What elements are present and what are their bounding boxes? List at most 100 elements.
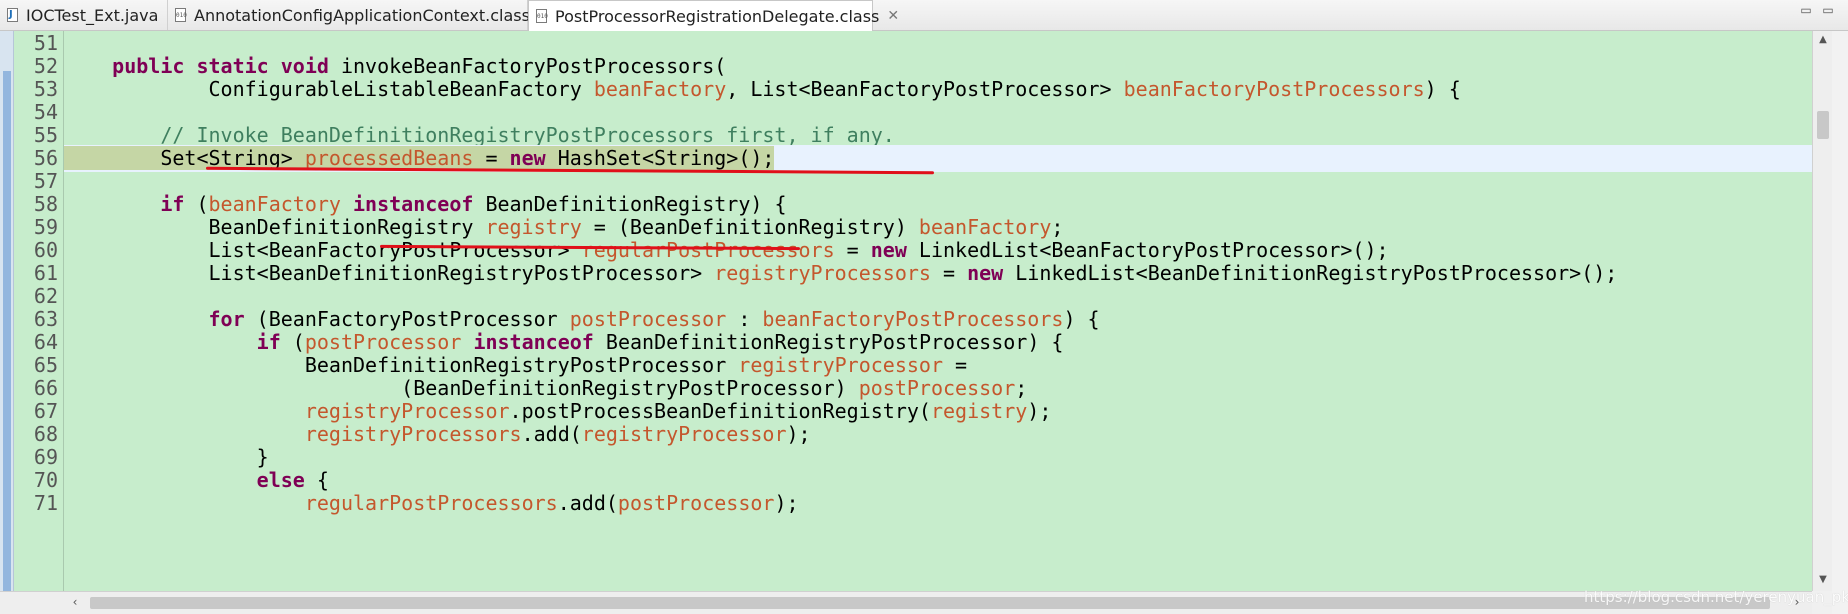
overview-ruler [1832, 31, 1848, 614]
left-ruler [0, 31, 14, 591]
code-token: ; [1051, 215, 1064, 239]
ruler-marker [3, 71, 11, 591]
code-token: postProcessor [304, 330, 462, 354]
code-token: .postProcessBeanDefinitionRegistry( [509, 399, 931, 423]
code-area[interactable]: public static void invokeBeanFactoryPost… [64, 31, 1812, 591]
code-token: ); [774, 491, 799, 515]
code-token: : [726, 307, 763, 331]
code-token: instanceof [353, 192, 474, 216]
code-token: .add( [557, 491, 618, 515]
class-file-icon [172, 6, 190, 24]
scroll-down-icon[interactable]: ▼ [1816, 573, 1830, 587]
scroll-left-icon[interactable]: ‹ [68, 595, 82, 609]
tab-label: IOCTest_Ext.java [26, 5, 159, 25]
code-token: = [834, 238, 871, 262]
code-token: = [930, 261, 968, 285]
java-file-icon [4, 6, 22, 24]
code-token: registryProcessor [581, 422, 787, 446]
code-line[interactable]: regularPostProcessors.add(postProcessor)… [64, 490, 1812, 517]
code-token: ; [1015, 376, 1028, 400]
code-token: HashSet<String>(); [545, 146, 775, 170]
code-token: registryProcessor [738, 353, 943, 377]
horizontal-scrollbar[interactable]: ‹ › [64, 591, 1812, 614]
code-token: registryProcessor [304, 399, 510, 423]
code-token: ( [280, 330, 305, 354]
code-token: LinkedList<BeanDefinitionRegistryPostPro… [1003, 261, 1618, 285]
close-tab-icon[interactable]: ✕ [887, 8, 899, 24]
code-token: (BeanFactoryPostProcessor [244, 307, 570, 331]
watermark: https://blog.csdn.net/yerenyuan_pku [1584, 588, 1848, 606]
code-token: beanFactory [208, 192, 341, 216]
vertical-scrollbar[interactable]: ▲ ▼ [1812, 31, 1832, 591]
code-token: .add( [521, 422, 582, 446]
scrollbar-corner [0, 591, 64, 614]
code-token: // Invoke BeanDefinitionRegistryPostProc… [160, 123, 895, 147]
code-token: { [304, 468, 329, 492]
tab-label: PostProcessorRegistrationDelegate.class [555, 6, 880, 26]
code-token: List<BeanFactoryPostProcessor> [64, 238, 582, 262]
code-token: beanFactory [918, 215, 1052, 239]
code-token: = [943, 353, 968, 377]
maximize-icon[interactable]: ▭ [1820, 4, 1836, 16]
editor-tab-bar: IOCTest_Ext.java AnnotationConfigApplica… [0, 0, 1848, 31]
code-token: else [256, 468, 305, 492]
code-token: ); [786, 422, 811, 446]
code-token: } [64, 445, 269, 469]
horizontal-scroll-thumb[interactable] [90, 597, 1770, 609]
code-token: beanFactoryPostProcessors [762, 307, 1064, 331]
code-token: new [509, 146, 546, 170]
code-token: ); [1027, 399, 1052, 423]
code-token: = [473, 146, 510, 170]
code-token: postProcessor [617, 491, 775, 515]
code-token: LinkedList<BeanFactoryPostProcessor>(); [906, 238, 1389, 262]
code-token: registry [485, 215, 582, 239]
tab-ioctest-ext[interactable]: IOCTest_Ext.java [0, 0, 168, 30]
code-token: public [112, 54, 185, 78]
code-editor[interactable]: 51 52 53 54 55 56 57 58 59 60 61 62 63 64 65 66 67 68 69 70… [0, 31, 1848, 591]
line-number: 71 [33, 491, 58, 515]
tab-post-processor-registration-delegate[interactable]: PostProcessorRegistrationDelegate.class … [528, 0, 899, 31]
code-token: (BeanDefinitionRegistryPostProcessor) [64, 376, 859, 400]
code-token: void [280, 54, 329, 78]
class-file-icon [533, 7, 551, 25]
tab-annotation-config-application-context[interactable]: AnnotationConfigApplicationContext.class [168, 0, 530, 30]
scroll-up-icon[interactable]: ▲ [1816, 33, 1830, 47]
code-token: BeanDefinitionRegistryPostProcessor [64, 353, 739, 377]
code-token: ) { [1063, 307, 1100, 331]
code-token: BeanDefinitionRegistryPostProcessor) { [593, 330, 1064, 354]
code-token: beanFactoryPostProcessors [1123, 77, 1425, 101]
code-token: BeanDefinitionRegistry [64, 215, 486, 239]
tab-label: AnnotationConfigApplicationContext.class [194, 5, 530, 25]
code-token: registry [930, 399, 1028, 423]
code-token: registryProcessors [714, 261, 931, 285]
code-token: ( [184, 192, 209, 216]
code-token: beanFactory [593, 77, 727, 101]
vertical-scroll-thumb[interactable] [1817, 111, 1829, 139]
code-token: new [967, 261, 1004, 285]
minimize-icon[interactable]: ▭ [1798, 4, 1814, 16]
code-token: new [870, 238, 907, 262]
code-token: , List<BeanFactoryPostProcessor> [726, 77, 1124, 101]
code-token: for [208, 307, 245, 331]
code-token: ConfigurableListableBeanFactory [64, 77, 594, 101]
code-token: processedBeans [304, 146, 474, 170]
code-token: if [256, 330, 281, 354]
code-token: if [160, 192, 185, 216]
code-token: ) { [1424, 77, 1461, 101]
line-number-gutter: 51 52 53 54 55 56 57 58 59 60 61 62 63 64 65 66 67 68 69 70… [14, 31, 64, 591]
code-token: BeanDefinitionRegistry) { [473, 192, 787, 216]
code-token: = (BeanDefinitionRegistry) [581, 215, 919, 239]
